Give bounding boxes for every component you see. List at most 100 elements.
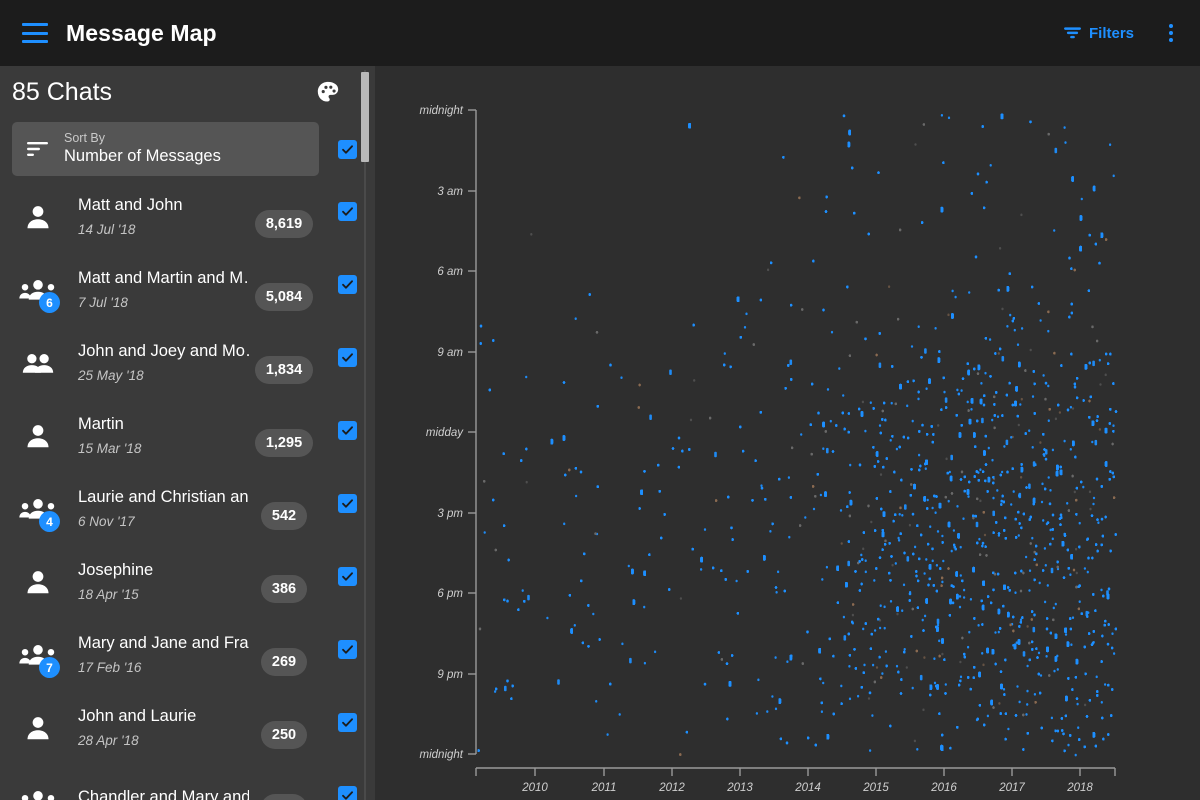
- chat-name: Matt and Martin and M…: [78, 269, 249, 288]
- chat-list-item[interactable]: 7Mary and Jane and Fra…17 Feb '16269: [0, 618, 375, 691]
- member-count-badge: 6: [39, 292, 60, 313]
- chat-text-block: John and Joey and Mo… 25 May '18: [64, 342, 249, 383]
- y-axis-tick-label: midnight: [420, 105, 464, 117]
- chat-name: Matt and John: [78, 196, 249, 215]
- sort-row: Sort By Number of Messages: [0, 118, 375, 180]
- chat-list-item[interactable]: Martin15 Mar '181,295: [0, 399, 375, 472]
- chat-visibility-checkbox[interactable]: [338, 786, 357, 800]
- chat-date: 6 Nov '17: [78, 514, 249, 529]
- chat-text-block: Matt and John 14 Jul '18: [64, 196, 249, 237]
- message-count-slot: 250: [249, 707, 319, 749]
- avatar: [12, 691, 64, 764]
- message-count-slot: 386: [249, 561, 319, 603]
- message-count-slot: 1,295: [249, 415, 319, 457]
- x-axis-tick-label: 2018: [1066, 782, 1093, 794]
- scrollbar-track: [364, 70, 366, 800]
- chat-text-block: John and Laurie28 Apr '18: [64, 707, 249, 748]
- chat-list-item[interactable]: 6 Matt and Martin and M… 7 Jul '18 5,084: [0, 253, 375, 326]
- message-count-badge: 269: [261, 648, 307, 676]
- chat-visibility-checkbox[interactable]: [338, 348, 357, 367]
- message-count-badge: 8,619: [255, 210, 313, 238]
- chat-list-item[interactable]: John and Laurie28 Apr '18250: [0, 691, 375, 764]
- chat-name: Laurie and Christian an…: [78, 488, 249, 507]
- chat-list-item[interactable]: 4 Laurie and Christian an… 6 Nov '17 542: [0, 472, 375, 545]
- chat-date: 25 May '18: [78, 368, 249, 383]
- chat-visibility-checkbox[interactable]: [338, 567, 357, 586]
- x-axis-tick-label: 2012: [658, 782, 685, 794]
- avatar: [12, 545, 64, 618]
- y-axis-tick-label: midday: [426, 427, 464, 439]
- chat-name: John and Laurie: [78, 707, 249, 726]
- chat-date: 14 Jul '18: [78, 222, 249, 237]
- x-axis-tick-label: 2014: [794, 782, 821, 794]
- chat-date: 7 Jul '18: [78, 295, 249, 310]
- message-count-slot: 269: [249, 634, 319, 676]
- y-axis-tick-label: 3 am: [437, 186, 463, 198]
- message-count-slot: 214: [249, 780, 319, 800]
- sort-icon: [26, 140, 50, 158]
- x-axis-tick-label: 2010: [521, 782, 548, 794]
- message-count-badge: 5,084: [255, 283, 313, 311]
- chat-list-item[interactable]: Chandler and Mary and…214: [0, 764, 375, 800]
- chat-name: Chandler and Mary and…: [78, 788, 249, 800]
- y-axis-tick-label: 6 pm: [437, 588, 463, 600]
- chat-text-block: Chandler and Mary and…: [64, 788, 249, 800]
- palette-icon[interactable]: [313, 77, 343, 107]
- chat-text-block: Martin15 Mar '18: [64, 415, 249, 456]
- y-axis-tick-label: 9 pm: [437, 669, 463, 681]
- chat-date: 17 Feb '16: [78, 660, 249, 675]
- y-axis-tick-label: 6 am: [437, 266, 463, 278]
- filters-label: Filters: [1089, 25, 1134, 42]
- app-root: Message Map Filters 85 Chats: [0, 0, 1200, 800]
- chat-name: Josephine: [78, 561, 249, 580]
- select-all-checkbox[interactable]: [338, 140, 357, 159]
- chat-date: 15 Mar '18: [78, 441, 249, 456]
- x-axis-tick-label: 2011: [591, 782, 617, 794]
- scrollbar-thumb[interactable]: [361, 72, 369, 162]
- chat-name: John and Joey and Mo…: [78, 342, 249, 361]
- message-count-badge: 1,295: [255, 429, 313, 457]
- app-header: Message Map Filters: [0, 0, 1200, 66]
- message-count-slot: 8,619: [249, 196, 319, 238]
- sort-by-value: Number of Messages: [64, 147, 221, 166]
- sort-by-label: Sort By: [64, 132, 221, 145]
- chat-text-block: Josephine 18 Apr '15: [64, 561, 249, 602]
- avatar: [12, 180, 64, 253]
- hamburger-icon[interactable]: [22, 23, 48, 43]
- avatar: [12, 326, 64, 399]
- sidebar-scrollbar[interactable]: [361, 70, 369, 800]
- member-count-badge: 4: [39, 511, 60, 532]
- chat-date: 18 Apr '15: [78, 587, 249, 602]
- filters-button[interactable]: Filters: [1063, 25, 1134, 42]
- message-count-badge: 542: [261, 502, 307, 530]
- chat-visibility-checkbox[interactable]: [338, 640, 357, 659]
- sidebar: 85 Chats: [0, 66, 375, 800]
- sort-by-field[interactable]: Sort By Number of Messages: [12, 122, 319, 176]
- chat-list-item[interactable]: John and Joey and Mo… 25 May '18 1,834: [0, 326, 375, 399]
- message-count-badge: 1,834: [255, 356, 313, 384]
- chat-text-block: Matt and Martin and M… 7 Jul '18: [64, 269, 249, 310]
- x-axis-tick-label: 2016: [930, 782, 957, 794]
- kebab-menu-icon[interactable]: [1160, 20, 1182, 46]
- chats-header: 85 Chats: [0, 66, 375, 118]
- chat-list-item[interactable]: Josephine 18 Apr '15386: [0, 545, 375, 618]
- chat-list-item[interactable]: Matt and John 14 Jul '18 8,619: [0, 180, 375, 253]
- chat-visibility-checkbox[interactable]: [338, 494, 357, 513]
- chat-visibility-checkbox[interactable]: [338, 421, 357, 440]
- avatar: 6: [12, 253, 64, 326]
- chat-visibility-checkbox[interactable]: [338, 202, 357, 221]
- chat-list[interactable]: Matt and John14 Jul '188,6196Matt and Ma…: [0, 180, 375, 800]
- message-scatter-chart[interactable]: midnight 3 am 6 am 9 am midday 3 pm 6 pm 9 pm mi…: [375, 66, 1200, 800]
- page-title: Message Map: [66, 20, 217, 47]
- chats-count-title: 85 Chats: [12, 78, 313, 107]
- y-axis-tick-label: midnight: [420, 749, 464, 761]
- avatar: [12, 399, 64, 472]
- x-axis-tick-label: 2015: [862, 782, 889, 794]
- chat-visibility-checkbox[interactable]: [338, 275, 357, 294]
- x-axis-tick-label: 2013: [726, 782, 753, 794]
- y-axis-tick-label: 9 am: [437, 347, 463, 359]
- y-axis-tick-label: 3 pm: [437, 508, 463, 520]
- avatar: [12, 764, 64, 800]
- chat-text-block: Mary and Jane and Fra…17 Feb '16: [64, 634, 249, 675]
- chat-visibility-checkbox[interactable]: [338, 713, 357, 732]
